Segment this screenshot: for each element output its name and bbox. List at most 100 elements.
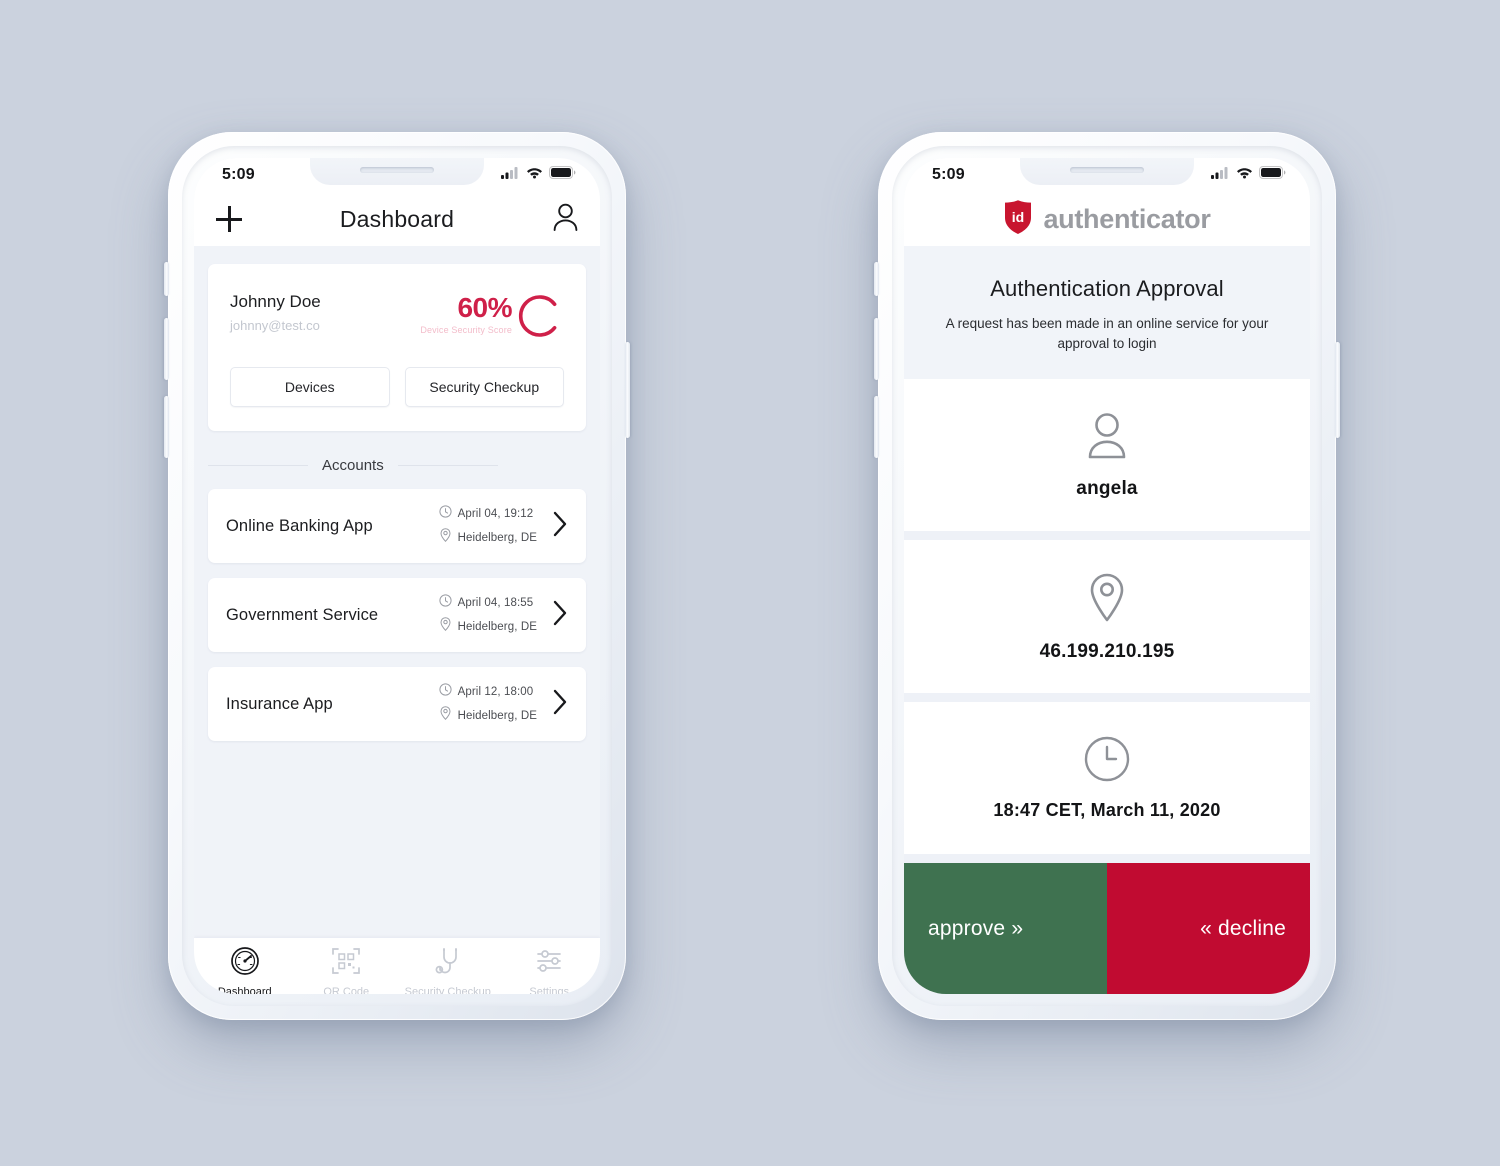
- username-value: angela: [1076, 478, 1138, 500]
- divider-left: [208, 465, 308, 466]
- tab-settings-label: Settings: [529, 986, 570, 994]
- battery-icon: [549, 166, 576, 184]
- phone-device-dashboard: 5:09 Dashboard Johnny Doe johnny@test.co…: [164, 132, 630, 1020]
- clock-icon: [1084, 736, 1130, 787]
- profile-name: Johnny Doe: [230, 292, 321, 311]
- location-pin-icon: [1087, 573, 1127, 628]
- phone-bezel: 5:09: [182, 146, 612, 1006]
- score-value: 60%: [457, 292, 512, 323]
- account-location: Heidelberg, DE: [457, 620, 537, 633]
- speedometer-icon: [230, 946, 260, 981]
- accounts-section-header: Accounts: [208, 457, 586, 474]
- list-item[interactable]: Insurance App April 12, 18:00 Heidelberg…: [208, 667, 586, 741]
- tab-security-checkup-label: Security Checkup: [404, 986, 491, 994]
- volume-down-button[interactable]: [874, 396, 879, 458]
- account-meta: April 12, 18:00 Heidelberg, DE: [439, 683, 537, 725]
- power-button[interactable]: [625, 342, 630, 438]
- power-button[interactable]: [1335, 342, 1340, 438]
- account-time: April 04, 19:12: [457, 508, 534, 520]
- notch: [1020, 158, 1194, 185]
- timestamp-value: 18:47 CET, March 11, 2020: [993, 800, 1221, 821]
- approval-intro: Authentication Approval A request has be…: [904, 246, 1310, 380]
- approval-content: Authentication Approval A request has be…: [904, 246, 1310, 994]
- brand-bar: id authenticator: [904, 192, 1310, 246]
- tab-dashboard-label: Dashboard: [217, 986, 272, 994]
- score-label: Device Security Score: [420, 325, 512, 335]
- score-ring-icon: [516, 292, 564, 345]
- brand-name: authenticator: [1043, 203, 1211, 234]
- qr-code-icon: [331, 946, 361, 981]
- security-score: 60% Device Security Score: [420, 290, 564, 345]
- sliders-icon: [534, 946, 564, 981]
- detail-card-timestamp: 18:47 CET, March 11, 2020: [904, 701, 1310, 855]
- profile-row: Johnny Doe johnny@test.co 60% Device Sec…: [208, 264, 586, 345]
- silent-switch[interactable]: [874, 262, 879, 296]
- tab-qr-code-label: QR Code: [323, 986, 370, 994]
- approval-title: Authentication Approval: [990, 276, 1224, 301]
- bottom-tab-bar: Dashboard QR Code Security Checkup Setti…: [194, 938, 600, 994]
- profile-card: Johnny Doe johnny@test.co 60% Device Sec…: [208, 264, 586, 431]
- clock-icon: [439, 505, 452, 523]
- ip-address-value: 46.199.210.195: [1039, 640, 1175, 662]
- chevron-right-icon: [553, 689, 568, 720]
- account-name: Government Service: [226, 605, 379, 624]
- phone-bezel: 5:09: [892, 146, 1322, 1006]
- dashboard-screen: 5:09 Dashboard Johnny Doe johnny@test.co…: [194, 158, 600, 994]
- wifi-icon: [1236, 166, 1253, 184]
- account-time: April 04, 18:55: [457, 597, 534, 609]
- decline-button[interactable]: « decline: [1107, 863, 1310, 994]
- location-pin-icon: [439, 706, 452, 725]
- stethoscope-icon: [433, 946, 463, 981]
- detail-card-ip: 46.199.210.195: [904, 540, 1310, 693]
- devices-button[interactable]: Devices: [230, 367, 390, 407]
- tab-security-checkup[interactable]: Security Checkup: [397, 946, 499, 994]
- notch: [310, 158, 484, 185]
- accounts-section-title: Accounts: [322, 457, 384, 474]
- person-icon[interactable]: [553, 203, 578, 236]
- security-checkup-button[interactable]: Security Checkup: [404, 367, 564, 407]
- clock-icon: [439, 594, 452, 612]
- account-name: Insurance App: [226, 694, 333, 713]
- tab-settings[interactable]: Settings: [499, 946, 601, 994]
- svg-text:id: id: [1012, 209, 1024, 225]
- signal-icon: [1211, 166, 1230, 184]
- account-location: Heidelberg, DE: [457, 531, 537, 544]
- location-pin-icon: [439, 617, 452, 636]
- signal-icon: [501, 166, 520, 184]
- profile-actions: Devices Security Checkup: [208, 345, 586, 431]
- dashboard-content: Johnny Doe johnny@test.co 60% Device Sec…: [194, 264, 600, 994]
- divider-right: [397, 465, 498, 466]
- silent-switch[interactable]: [164, 262, 169, 296]
- volume-up-button[interactable]: [874, 318, 879, 380]
- nav-bar: Dashboard: [194, 192, 600, 246]
- speaker-grille: [360, 166, 434, 173]
- volume-down-button[interactable]: [164, 396, 169, 458]
- location-pin-icon: [439, 528, 452, 547]
- account-meta: April 04, 18:55 Heidelberg, DE: [439, 594, 537, 636]
- tab-qr-code[interactable]: QR Code: [296, 946, 398, 994]
- volume-up-button[interactable]: [164, 318, 169, 380]
- status-clock: 5:09: [222, 166, 255, 183]
- approve-button[interactable]: approve »: [904, 863, 1107, 994]
- shield-icon: id: [1003, 199, 1033, 240]
- account-location: Heidelberg, DE: [457, 709, 537, 722]
- chevron-right-icon: [553, 600, 568, 631]
- plus-icon[interactable]: [216, 206, 242, 232]
- status-clock: 5:09: [932, 166, 965, 183]
- list-item[interactable]: Government Service April 04, 18:55 Heide…: [208, 578, 586, 652]
- wifi-icon: [526, 166, 543, 184]
- tab-dashboard[interactable]: Dashboard: [194, 946, 296, 994]
- authenticator-screen: 5:09 id authenticator Authentication App…: [904, 158, 1310, 994]
- speaker-grille: [1070, 166, 1144, 173]
- phone-device-authenticator: 5:09 id authenticator Authentication App…: [874, 132, 1340, 1020]
- chevron-right-icon: [553, 511, 568, 542]
- list-item[interactable]: Online Banking App April 04, 19:12 Heide…: [208, 489, 586, 563]
- detail-card-username: angela: [904, 379, 1310, 532]
- person-icon: [1085, 412, 1129, 465]
- profile-email: johnny@test.co: [230, 317, 320, 333]
- status-icon-group: [1211, 166, 1286, 184]
- battery-icon: [1259, 166, 1286, 184]
- clock-icon: [439, 683, 452, 701]
- status-icon-group: [501, 166, 576, 184]
- account-meta: April 04, 19:12 Heidelberg, DE: [439, 505, 537, 547]
